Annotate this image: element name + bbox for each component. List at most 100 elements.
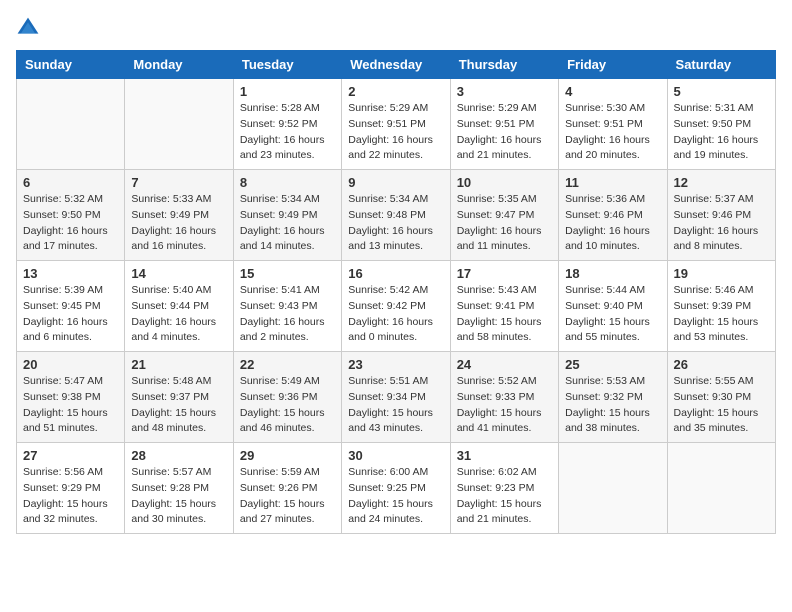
day-info: Sunrise: 5:36 AM Sunset: 9:46 PM Dayligh… [565,192,660,255]
day-info: Sunrise: 5:34 AM Sunset: 9:48 PM Dayligh… [348,192,443,255]
day-number: 8 [240,175,335,190]
calendar-cell: 27Sunrise: 5:56 AM Sunset: 9:29 PM Dayli… [17,443,125,534]
day-number: 18 [565,266,660,281]
calendar-cell: 14 Sunrise: 5:40 AM Sunset: 9:44 PM Dayli… [125,261,233,352]
day-info: Sunrise: 5:57 AM Sunset: 9:28 PM Dayligh… [131,465,226,528]
weekday-header: Wednesday [342,51,450,79]
calendar-cell: 2 Sunrise: 5:29 AM Sunset: 9:51 PM Daylig… [342,79,450,170]
weekday-header: Sunday [17,51,125,79]
day-info: Sunrise: 5:44 AM Sunset: 9:40 PM Dayligh… [565,283,660,346]
day-info: Sunrise: 5:53 AM Sunset: 9:32 PM Dayligh… [565,374,660,437]
day-info: Sunrise: 5:37 AM Sunset: 9:46 PM Dayligh… [674,192,769,255]
day-info: Sunrise: 5:29 AM Sunset: 9:51 PM Dayligh… [348,101,443,164]
calendar-cell: 3 Sunrise: 5:29 AM Sunset: 9:51 PM Daylig… [450,79,558,170]
day-number: 1 [240,84,335,99]
calendar-cell [125,79,233,170]
day-info: Sunrise: 5:49 AM Sunset: 9:36 PM Dayligh… [240,374,335,437]
day-number: 21 [131,357,226,372]
day-number: 30 [348,448,443,463]
calendar-cell: 8 Sunrise: 5:34 AM Sunset: 9:49 PM Daylig… [233,170,341,261]
calendar-cell: 10 Sunrise: 5:35 AM Sunset: 9:47 PM Dayli… [450,170,558,261]
day-number: 24 [457,357,552,372]
day-info: Sunrise: 5:35 AM Sunset: 9:47 PM Dayligh… [457,192,552,255]
day-number: 28 [131,448,226,463]
calendar-cell: 7Sunrise: 5:33 AM Sunset: 9:49 PM Daylig… [125,170,233,261]
day-info: Sunrise: 5:51 AM Sunset: 9:34 PM Dayligh… [348,374,443,437]
day-info: Sunrise: 5:55 AM Sunset: 9:30 PM Dayligh… [674,374,769,437]
calendar-cell [17,79,125,170]
day-number: 6 [23,175,118,190]
calendar-week-row: 27Sunrise: 5:56 AM Sunset: 9:29 PM Dayli… [17,443,776,534]
calendar-cell: 5 Sunrise: 5:31 AM Sunset: 9:50 PM Daylig… [667,79,775,170]
calendar-cell: 13 Sunrise: 5:39 AM Sunset: 9:45 PM Dayli… [17,261,125,352]
calendar-cell: 12Sunrise: 5:37 AM Sunset: 9:46 PM Dayli… [667,170,775,261]
calendar-week-row: 20 Sunrise: 5:47 AM Sunset: 9:38 PM Dayli… [17,352,776,443]
day-number: 31 [457,448,552,463]
day-info: Sunrise: 5:41 AM Sunset: 9:43 PM Dayligh… [240,283,335,346]
calendar-table: SundayMondayTuesdayWednesdayThursdayFrid… [16,50,776,534]
day-info: Sunrise: 5:30 AM Sunset: 9:51 PM Dayligh… [565,101,660,164]
calendar-cell: 1 Sunrise: 5:28 AM Sunset: 9:52 PM Daylig… [233,79,341,170]
day-info: Sunrise: 5:46 AM Sunset: 9:39 PM Dayligh… [674,283,769,346]
day-info: Sunrise: 5:47 AM Sunset: 9:38 PM Dayligh… [23,374,118,437]
day-info: Sunrise: 5:28 AM Sunset: 9:52 PM Dayligh… [240,101,335,164]
calendar-cell: 21 Sunrise: 5:48 AM Sunset: 9:37 PM Dayli… [125,352,233,443]
day-info: Sunrise: 5:34 AM Sunset: 9:49 PM Dayligh… [240,192,335,255]
calendar-header-row: SundayMondayTuesdayWednesdayThursdayFrid… [17,51,776,79]
calendar-cell [559,443,667,534]
day-info: Sunrise: 6:00 AM Sunset: 9:25 PM Dayligh… [348,465,443,528]
logo [16,16,44,40]
day-number: 3 [457,84,552,99]
day-info: Sunrise: 5:29 AM Sunset: 9:51 PM Dayligh… [457,101,552,164]
calendar-cell: 4 Sunrise: 5:30 AM Sunset: 9:51 PM Daylig… [559,79,667,170]
day-number: 14 [131,266,226,281]
day-info: Sunrise: 5:48 AM Sunset: 9:37 PM Dayligh… [131,374,226,437]
day-number: 4 [565,84,660,99]
calendar-cell: 6Sunrise: 5:32 AM Sunset: 9:50 PM Daylig… [17,170,125,261]
day-info: Sunrise: 5:43 AM Sunset: 9:41 PM Dayligh… [457,283,552,346]
calendar-cell: 30 Sunrise: 6:00 AM Sunset: 9:25 PM Dayli… [342,443,450,534]
day-number: 27 [23,448,118,463]
calendar-cell: 9Sunrise: 5:34 AM Sunset: 9:48 PM Daylig… [342,170,450,261]
day-number: 5 [674,84,769,99]
day-number: 11 [565,175,660,190]
day-info: Sunrise: 5:52 AM Sunset: 9:33 PM Dayligh… [457,374,552,437]
day-number: 19 [674,266,769,281]
calendar-cell: 18 Sunrise: 5:44 AM Sunset: 9:40 PM Dayli… [559,261,667,352]
calendar-cell: 15Sunrise: 5:41 AM Sunset: 9:43 PM Dayli… [233,261,341,352]
day-info: Sunrise: 5:39 AM Sunset: 9:45 PM Dayligh… [23,283,118,346]
calendar-cell: 25 Sunrise: 5:53 AM Sunset: 9:32 PM Dayli… [559,352,667,443]
calendar-week-row: 13 Sunrise: 5:39 AM Sunset: 9:45 PM Dayli… [17,261,776,352]
day-number: 20 [23,357,118,372]
calendar-cell: 31 Sunrise: 6:02 AM Sunset: 9:23 PM Dayli… [450,443,558,534]
day-number: 13 [23,266,118,281]
calendar-cell: 26 Sunrise: 5:55 AM Sunset: 9:30 PM Dayli… [667,352,775,443]
day-number: 23 [348,357,443,372]
calendar-cell: 17Sunrise: 5:43 AM Sunset: 9:41 PM Dayli… [450,261,558,352]
weekday-header: Saturday [667,51,775,79]
day-info: Sunrise: 5:31 AM Sunset: 9:50 PM Dayligh… [674,101,769,164]
calendar-cell: 20 Sunrise: 5:47 AM Sunset: 9:38 PM Dayli… [17,352,125,443]
day-info: Sunrise: 5:59 AM Sunset: 9:26 PM Dayligh… [240,465,335,528]
day-info: Sunrise: 6:02 AM Sunset: 9:23 PM Dayligh… [457,465,552,528]
day-number: 2 [348,84,443,99]
weekday-header: Friday [559,51,667,79]
day-number: 7 [131,175,226,190]
day-number: 10 [457,175,552,190]
day-number: 29 [240,448,335,463]
day-number: 16 [348,266,443,281]
weekday-header: Thursday [450,51,558,79]
calendar-cell: 24 Sunrise: 5:52 AM Sunset: 9:33 PM Dayli… [450,352,558,443]
logo-icon [16,16,40,40]
day-number: 25 [565,357,660,372]
calendar-cell: 16Sunrise: 5:42 AM Sunset: 9:42 PM Dayli… [342,261,450,352]
calendar-cell [667,443,775,534]
day-number: 26 [674,357,769,372]
calendar-cell: 28 Sunrise: 5:57 AM Sunset: 9:28 PM Dayli… [125,443,233,534]
weekday-header: Tuesday [233,51,341,79]
day-info: Sunrise: 5:40 AM Sunset: 9:44 PM Dayligh… [131,283,226,346]
calendar-cell: 11 Sunrise: 5:36 AM Sunset: 9:46 PM Dayli… [559,170,667,261]
calendar-week-row: 1 Sunrise: 5:28 AM Sunset: 9:52 PM Daylig… [17,79,776,170]
calendar-cell: 22Sunrise: 5:49 AM Sunset: 9:36 PM Dayli… [233,352,341,443]
calendar-cell: 23 Sunrise: 5:51 AM Sunset: 9:34 PM Dayli… [342,352,450,443]
